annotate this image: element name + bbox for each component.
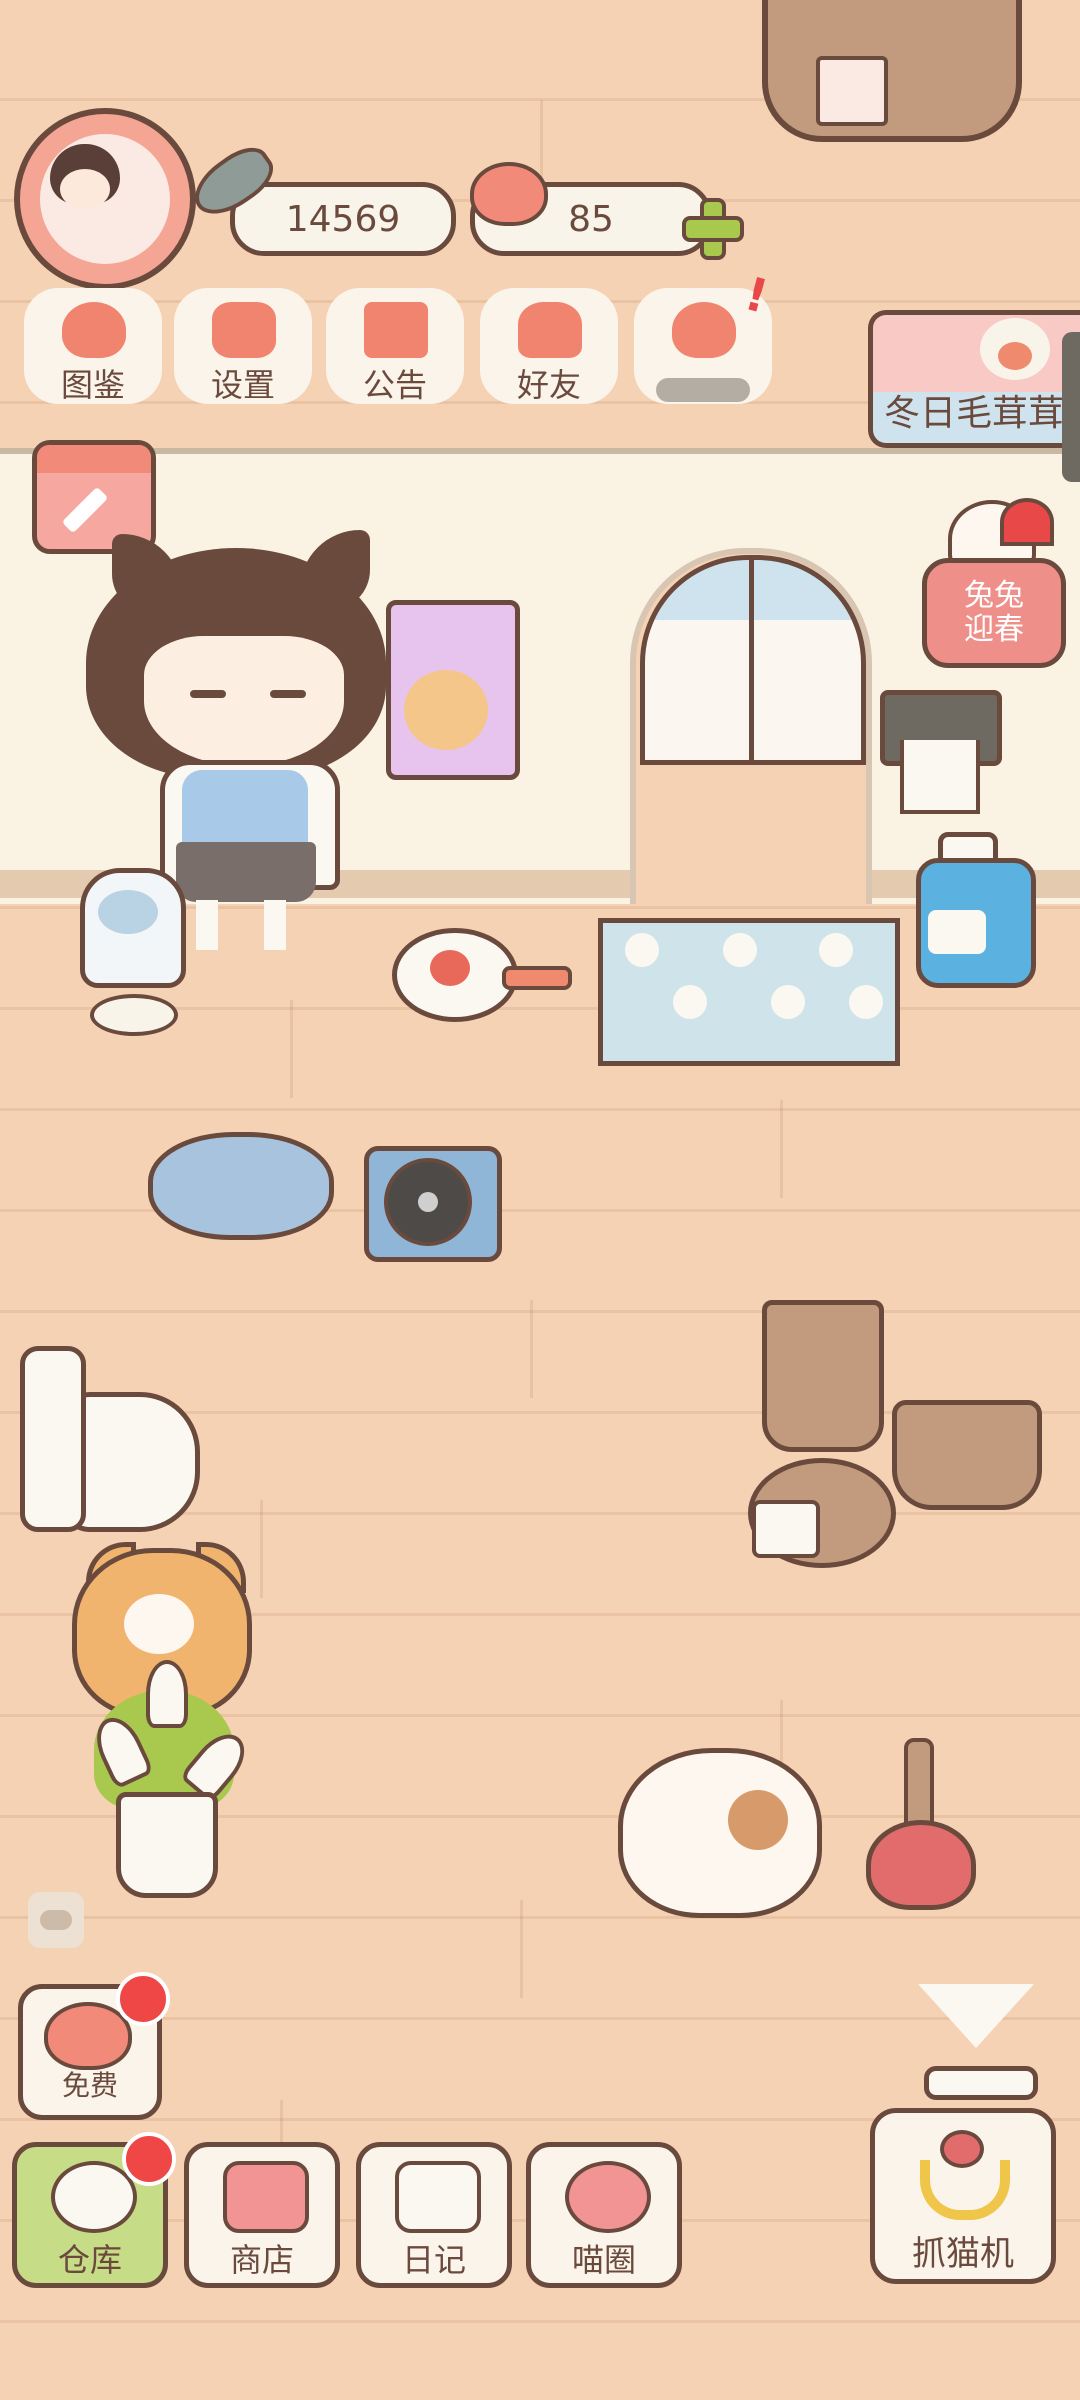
towel (816, 56, 888, 126)
fish-count: 14569 (285, 198, 401, 240)
claw-machine-label: 抓猫机 (912, 2234, 1014, 2274)
event-banner-label: 冬日毛茸茸 (884, 393, 1065, 434)
locked-label-bar (656, 378, 750, 402)
cat-circle-button[interactable]: 喵圈 (526, 2142, 682, 2288)
bath-basket[interactable] (892, 1400, 1042, 1510)
cat-book-icon (62, 302, 126, 358)
collection-label: 图鉴 (60, 366, 125, 404)
cloud-icon[interactable] (28, 1892, 84, 1948)
rug-dot (771, 985, 805, 1019)
diary-label: 日记 (401, 2241, 466, 2279)
calico-cat[interactable] (618, 1748, 822, 1918)
heart-hands-icon (672, 302, 736, 358)
free-gift-label: 免费 (61, 2069, 118, 2102)
polka-dot-rug[interactable] (598, 918, 900, 1066)
heart-count: 85 (568, 198, 614, 240)
cat-planet-icon (565, 2161, 651, 2233)
diary-icon (395, 2161, 481, 2233)
rug-dot (673, 985, 707, 1019)
fan-flower (430, 950, 470, 986)
spring-event-line1: 兔兔 (964, 578, 1024, 613)
add-hearts-icon[interactable] (682, 198, 744, 260)
rug-dot (625, 933, 659, 967)
floor-seam (530, 1300, 533, 1398)
fish-counter[interactable]: 14569 (230, 182, 456, 256)
shop-label: 商店 (229, 2241, 294, 2279)
friends-icon (518, 302, 582, 358)
calico-patch (728, 1790, 788, 1850)
storage-icon (51, 2161, 137, 2233)
door-curtain[interactable] (640, 555, 866, 765)
potted-plant[interactable] (116, 1792, 218, 1898)
spring-event-button[interactable]: 兔兔 迎春 (922, 558, 1066, 668)
detergent-label (928, 910, 986, 954)
spring-event-line2: 迎春 (964, 612, 1024, 647)
settings-label: 设置 (210, 366, 275, 404)
heart-icon (470, 162, 548, 226)
avatar-face (60, 169, 110, 209)
storage-label: 仓库 (57, 2241, 122, 2279)
toilet-paper (900, 740, 980, 814)
claw-icon (910, 2130, 1010, 2220)
orange-cat-face (124, 1594, 194, 1654)
pencil-icon (61, 486, 109, 534)
wooden-bucket[interactable] (762, 1300, 884, 1452)
robot-face (98, 890, 158, 934)
side-drawer-handle[interactable] (1062, 332, 1080, 482)
diary-button[interactable]: 日记 (356, 2142, 512, 2288)
floor-seam (290, 1000, 293, 1098)
floor-seam (520, 1900, 523, 1998)
girl-skirt (176, 842, 316, 902)
toilet-tank (20, 1346, 86, 1532)
gift-icon (364, 302, 428, 358)
robot-stand (90, 994, 178, 1036)
cat-circle-label: 喵圈 (571, 2241, 636, 2279)
player-avatar[interactable] (14, 108, 196, 290)
plunger[interactable] (866, 1820, 976, 1910)
collapse-funnel-icon[interactable] (918, 1984, 1034, 2068)
rug-dot (819, 933, 853, 967)
santa-hat-icon (1000, 498, 1054, 546)
rug-dot (849, 985, 883, 1019)
funnel-base (924, 2066, 1038, 2100)
fan-handle (502, 966, 572, 990)
girl-eye (190, 690, 226, 698)
girl-vest (182, 770, 308, 850)
notification-dot (122, 2132, 176, 2186)
notice-label: 公告 (362, 366, 427, 404)
girl-eye (270, 690, 306, 698)
basin-towel (752, 1500, 820, 1558)
blue-cushion[interactable] (148, 1132, 334, 1240)
gear-icon (212, 302, 276, 358)
vinyl-record (384, 1158, 472, 1246)
girl-face (144, 636, 344, 766)
shop-button[interactable]: 商店 (184, 2142, 340, 2288)
floor-seam (260, 1500, 263, 1598)
paw-icon (980, 318, 1050, 380)
girl-legs (196, 900, 286, 950)
notification-dot (116, 1972, 170, 2026)
lily-flower (146, 1660, 188, 1728)
shop-icon (223, 2161, 309, 2233)
poster-portrait (404, 670, 488, 750)
floor-seam (780, 1100, 783, 1198)
rug-dot (723, 933, 757, 967)
wooden-tub[interactable] (762, 0, 1022, 142)
friends-label: 好友 (516, 366, 581, 404)
